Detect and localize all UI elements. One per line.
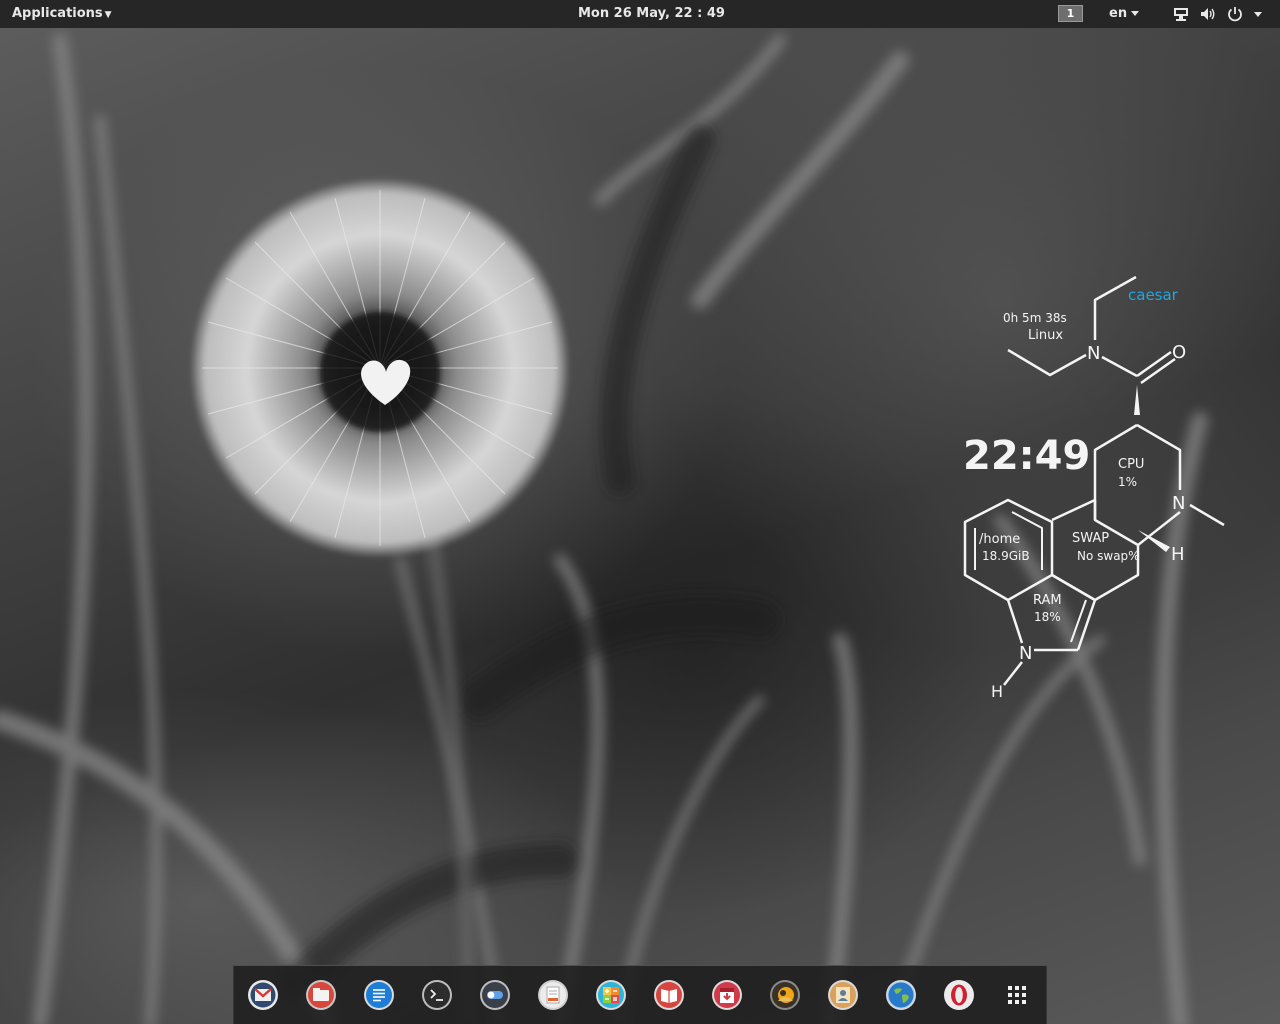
workspace-indicator[interactable]: 1: [1058, 5, 1083, 22]
grass-background: [0, 33, 1208, 1024]
panel-clock[interactable]: Mon 26 May, 22 : 49: [578, 6, 725, 21]
contacts-icon[interactable]: [827, 979, 859, 1011]
language-label: en: [1109, 6, 1128, 21]
keyboard-layout-menu[interactable]: en: [1109, 6, 1140, 21]
network-icon[interactable]: [1173, 6, 1189, 22]
web-browser-icon[interactable]: [885, 979, 917, 1011]
volume-icon[interactable]: [1200, 6, 1216, 22]
power-icon[interactable]: [1227, 6, 1243, 22]
app-grid-icon[interactable]: [1001, 979, 1033, 1011]
system-menu-chevron-icon[interactable]: [1254, 12, 1262, 17]
photo-editor-icon[interactable]: [769, 979, 801, 1011]
calculator-icon[interactable]: [595, 979, 627, 1011]
terminal-icon[interactable]: [421, 979, 453, 1011]
applications-arrow-icon: ▼: [104, 10, 112, 20]
desktop-wallpaper: [0, 0, 1280, 1024]
opera-icon[interactable]: [943, 979, 975, 1011]
applications-menu[interactable]: Applications ▼: [12, 6, 112, 21]
ebook-reader-icon[interactable]: [653, 979, 685, 1011]
dock: [233, 965, 1047, 1024]
dandelion: [190, 178, 570, 558]
document-viewer-icon[interactable]: [537, 979, 569, 1011]
applications-label: Applications: [12, 6, 103, 21]
files-icon[interactable]: [305, 979, 337, 1011]
chevron-down-icon: [1131, 11, 1140, 16]
top-panel: Applications ▼ Mon 26 May, 22 : 49 1 en: [0, 0, 1280, 28]
text-editor-icon[interactable]: [363, 979, 395, 1011]
calendar-icon[interactable]: [711, 979, 743, 1011]
mail-icon[interactable]: [247, 979, 279, 1011]
settings-switch-icon[interactable]: [479, 979, 511, 1011]
